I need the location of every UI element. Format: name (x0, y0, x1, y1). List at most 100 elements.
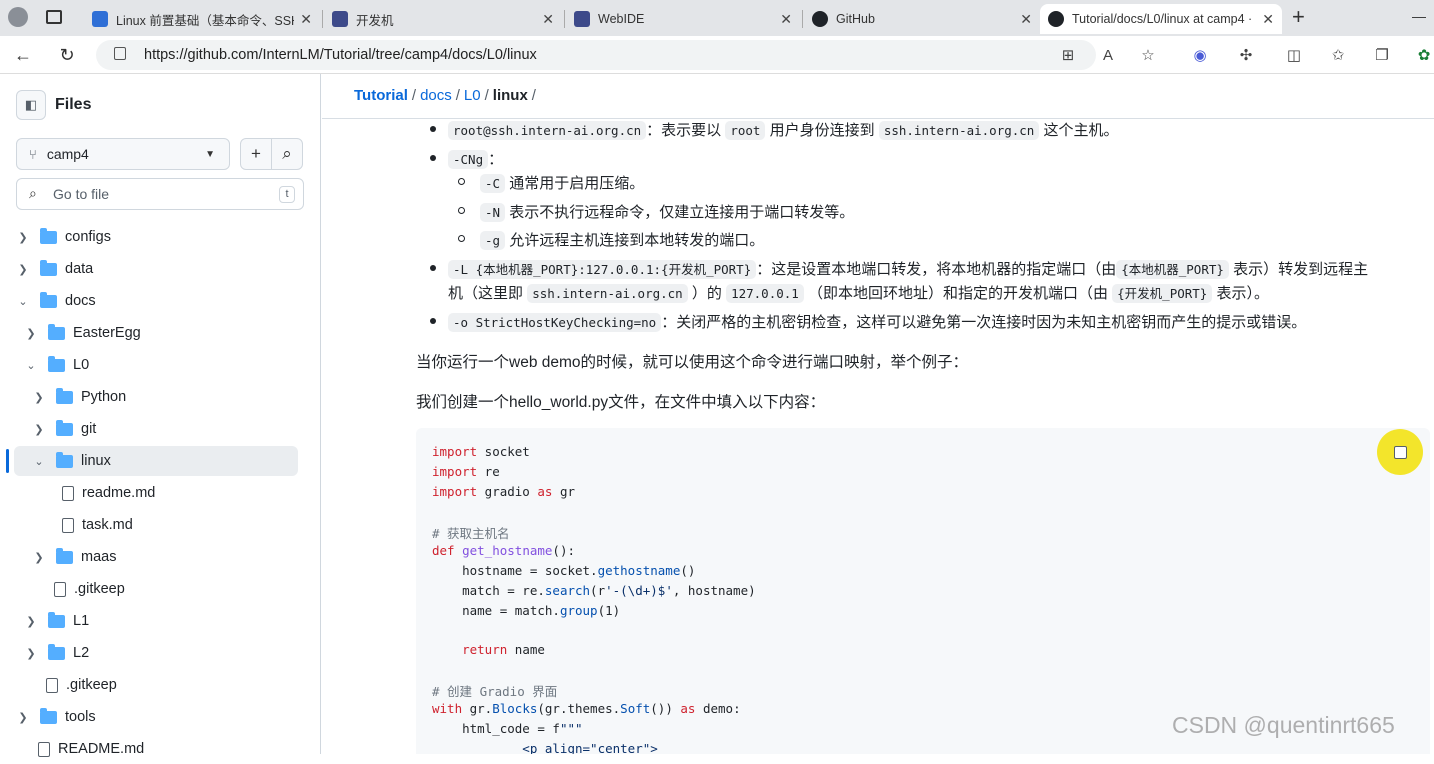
folder-icon (56, 547, 73, 564)
github-icon (812, 11, 828, 27)
code-line: # 获取主机名 (432, 526, 510, 541)
add-file-button[interactable]: + (240, 138, 272, 170)
tree-item-readme-root[interactable]: README.md (28, 734, 144, 764)
tree-item-git[interactable]: ❯ git (32, 414, 96, 444)
address-bar: ← ↻ https://github.com/InternLM/Tutorial… (0, 36, 1434, 74)
close-icon[interactable]: ✕ (780, 11, 792, 28)
lock-icon (114, 47, 126, 60)
tab-actions-icon[interactable] (46, 10, 62, 24)
code-line: html_code = f""" (432, 721, 583, 736)
breadcrumb: Tutorial / docs / L0/linux / (354, 87, 536, 104)
tree-item-gitkeep[interactable]: .gitkeep (44, 574, 125, 604)
file-tree-sidebar: ◧ Files ⑂ camp4 ▼ + ⌕ ⌕ Go to file t ❯ co… (0, 74, 321, 757)
tree-item-l1[interactable]: ❯ L1 (24, 606, 89, 636)
breadcrumb-current: linux (492, 87, 528, 104)
tree-item-readme-md[interactable]: readme.md (52, 478, 155, 508)
url-input[interactable]: https://github.com/InternLM/Tutorial/tre… (96, 40, 1096, 70)
close-icon[interactable]: ✕ (542, 11, 554, 28)
chevron-down-icon: ▼ (205, 148, 215, 160)
favorites-icon[interactable]: ✩ (1328, 45, 1348, 65)
file-icon (46, 677, 58, 693)
new-tab-icon[interactable]: + (1292, 4, 1305, 30)
collapse-panel-button[interactable]: ◧ (16, 90, 46, 120)
file-icon (38, 741, 50, 757)
file-icon (62, 517, 74, 533)
profile-avatar[interactable] (8, 7, 28, 27)
folder-icon (48, 323, 65, 340)
collections-icon[interactable]: ❐ (1372, 45, 1392, 65)
shortcut-key: t (279, 186, 295, 203)
tab-tutorial-active[interactable]: Tutorial/docs/L0/linux at camp4 · ✕ (1040, 4, 1282, 34)
paragraph-hello-world: 我们创建一个hello_world.py文件，在文件中填入以下内容： (416, 394, 826, 411)
chevron-down-icon: ⌄ (18, 295, 28, 308)
intern-tab-icon (574, 11, 590, 27)
list-item-cng: -CNg： (448, 148, 503, 169)
tree-item-tools[interactable]: ❯ tools (16, 702, 96, 732)
chevron-right-icon: ❯ (18, 711, 28, 724)
code-line: # 创建 Gradio 界面 (432, 684, 558, 699)
tree-item-maas[interactable]: ❯ maas (32, 542, 116, 572)
code-line: <p align="center"> (432, 741, 658, 754)
tab-devmachine[interactable]: 开发机 ✕ (324, 4, 562, 34)
close-icon[interactable]: ✕ (1020, 11, 1032, 28)
copilot-icon[interactable]: ✿ (1414, 45, 1434, 65)
list-item-stricthostkey: -o StrictHostKeyChecking=no ：关闭严格的主机密钥检查，… (448, 311, 1306, 332)
main-content: Tutorial / docs / L0/linux / root@ssh.intern-… (322, 74, 1434, 754)
sidebar-icon: ◧ (24, 97, 38, 112)
breadcrumb-tutorial[interactable]: Tutorial (354, 87, 408, 104)
folder-icon (48, 643, 65, 660)
code-line: import re (432, 464, 500, 479)
chevron-right-icon: ❯ (18, 231, 28, 244)
close-icon[interactable]: ✕ (300, 11, 312, 28)
gitbook-tab-icon (92, 11, 108, 27)
folder-icon (40, 227, 57, 244)
breadcrumb-docs[interactable]: docs (420, 87, 452, 104)
back-icon[interactable]: ← (10, 42, 36, 68)
chevron-right-icon: ❯ (26, 615, 36, 628)
list-item-root-host: root@ssh.intern-ai.org.cn ：表示要以 root 用户身份… (448, 119, 1119, 140)
search-button[interactable]: ⌕ (271, 138, 303, 170)
code-line: match = re.search(r'-(\d+)$', hostname) (432, 583, 756, 598)
tree-item-data[interactable]: ❯ data (16, 254, 93, 284)
breadcrumb-l0[interactable]: L0 (464, 87, 481, 104)
extensions-icon[interactable]: ✣ (1236, 45, 1256, 65)
apps-icon[interactable]: ⊞ (1058, 45, 1078, 65)
copy-code-button[interactable] (1377, 429, 1423, 475)
list-item-local-forward: -L {本地机器_PORT}:127.0.0.1:{开发机_PORT} ：这是设置… (448, 258, 1368, 279)
code-line: return name (462, 642, 545, 657)
tree-item-python[interactable]: ❯ Python (32, 382, 126, 412)
tree-item-linux[interactable]: ⌄ linux (32, 446, 111, 476)
tab-github[interactable]: GitHub ✕ (804, 4, 1040, 34)
folder-icon (56, 387, 73, 404)
tab-linux-basics[interactable]: Linux 前置基础（基本命令、SSH ✕ (84, 4, 320, 34)
chevron-right-icon: ❯ (26, 327, 36, 340)
minimize-icon[interactable]: — (1412, 8, 1426, 24)
chevron-right-icon: ❯ (26, 647, 36, 660)
sidebar-title: Files (55, 96, 92, 113)
folder-open-icon (40, 291, 57, 308)
tree-item-eastereggs[interactable]: ❯ EasterEgg (24, 318, 141, 348)
read-aloud-icon[interactable]: A (1098, 45, 1118, 65)
go-to-file-input[interactable]: ⌕ Go to file t (16, 178, 304, 210)
chevron-down-icon: ⌄ (34, 455, 44, 468)
code-line: with gr.Blocks(gr.themes.Soft()) as demo… (432, 701, 741, 716)
paragraph-web-demo: 当你运行一个web demo的时候，就可以使用这个命令进行端口映射，举个例子： (416, 354, 969, 371)
tree-item-task-md[interactable]: task.md (52, 510, 133, 540)
tree-item-configs[interactable]: ❯ configs (16, 222, 111, 252)
branch-icon: ⑂ (29, 146, 37, 162)
tree-item-docs[interactable]: ⌄ docs (16, 286, 96, 316)
branch-selector[interactable]: ⑂ camp4 ▼ (16, 138, 230, 170)
favorite-star-icon[interactable]: ☆ (1138, 45, 1158, 65)
chevron-right-icon: ❯ (34, 551, 44, 564)
split-screen-icon[interactable]: ◫ (1284, 45, 1304, 65)
folder-open-icon (56, 451, 73, 468)
tab-webide[interactable]: WebIDE ✕ (566, 4, 800, 34)
refresh-icon[interactable]: ↻ (54, 42, 80, 68)
tree-item-l2[interactable]: ❯ L2 (24, 638, 89, 668)
tree-item-gitkeep-docs[interactable]: .gitkeep (36, 670, 117, 700)
close-icon[interactable]: ✕ (1262, 11, 1274, 28)
browser-tab-bar: Linux 前置基础（基本命令、SSH ✕ 开发机 ✕ WebIDE ✕ Git… (0, 0, 1434, 36)
extension-icon[interactable]: ◉ (1190, 45, 1210, 65)
folder-open-icon (48, 355, 65, 372)
tree-item-l0[interactable]: ⌄ L0 (24, 350, 89, 380)
